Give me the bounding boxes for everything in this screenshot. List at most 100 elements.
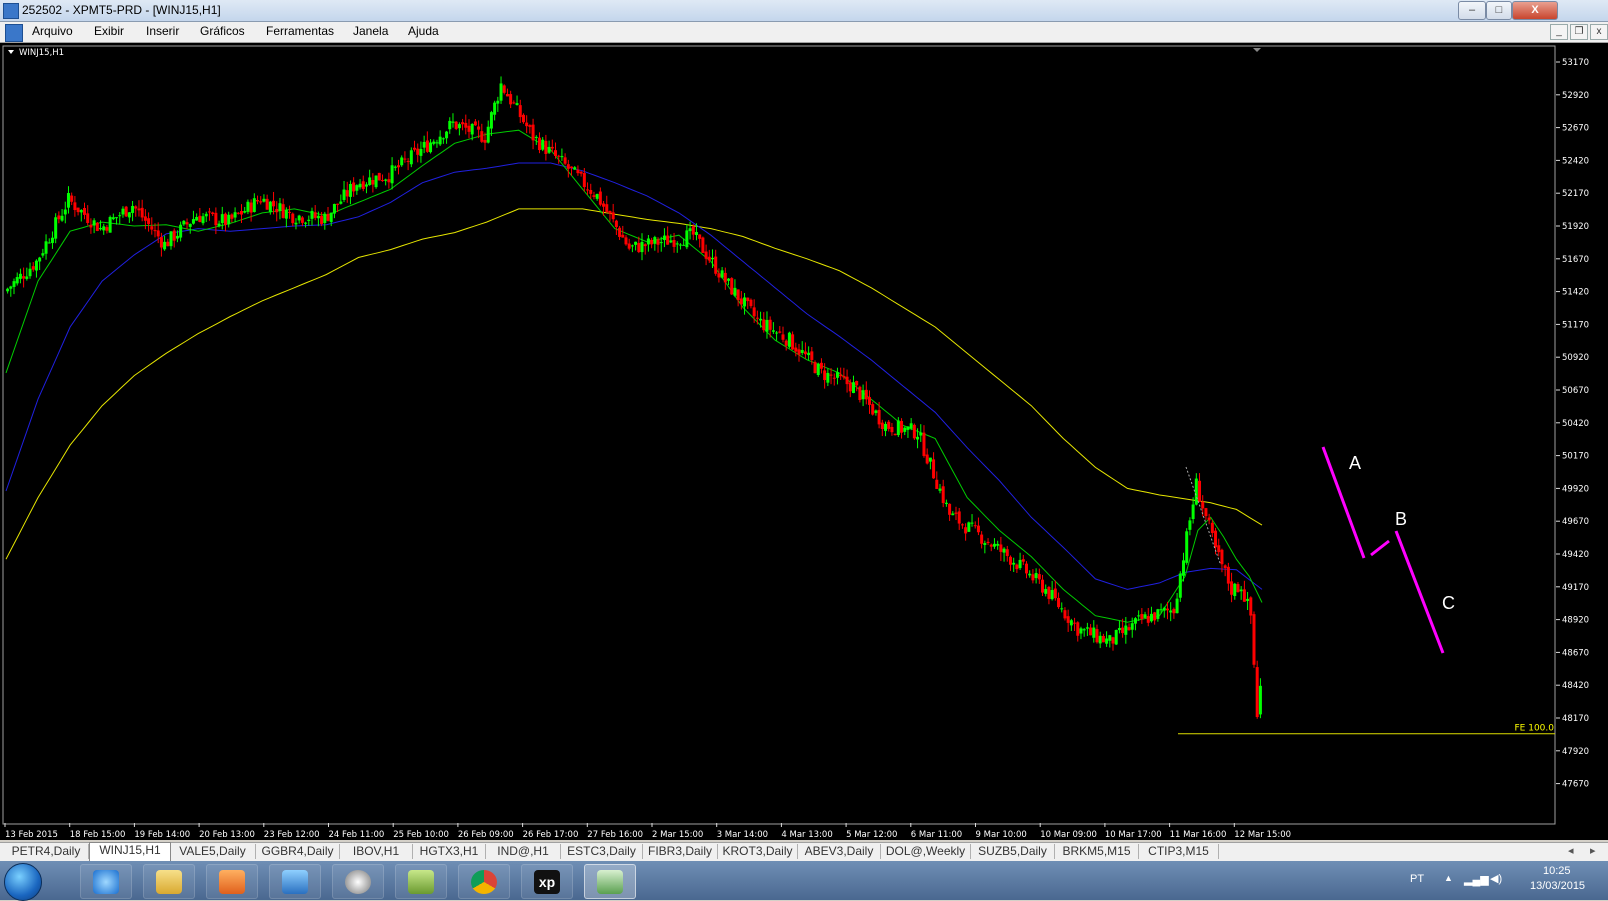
tab-estc3-daily[interactable]: ESTC3,Daily <box>561 844 643 859</box>
candle <box>521 113 525 124</box>
candle <box>948 503 952 521</box>
candle <box>313 205 317 221</box>
tab-winj15-h1[interactable]: WINJ15,H1 <box>89 842 171 861</box>
x-tick-label: 3 Mar 14:00 <box>717 830 768 840</box>
candle <box>1085 622 1089 636</box>
chart-window-icon[interactable] <box>5 24 23 42</box>
candle <box>1066 609 1070 632</box>
archive-tool-icon[interactable] <box>395 864 447 899</box>
tab-ggbr4-daily[interactable]: GGBR4,Daily <box>256 844 340 859</box>
tab-fibr3-daily[interactable]: FIBR3,Daily <box>643 844 718 859</box>
file-explorer-icon[interactable] <box>143 864 195 899</box>
chart-app-icon[interactable] <box>584 864 636 899</box>
candle <box>1255 660 1259 719</box>
candle <box>547 140 551 154</box>
menu-ferramentas[interactable]: Ferramentas <box>266 24 334 38</box>
tab-ind-h1[interactable]: IND@,H1 <box>486 844 561 859</box>
x-tick-label: 24 Feb 11:00 <box>329 830 385 840</box>
candle <box>630 244 634 253</box>
wave-c-line[interactable] <box>1394 530 1445 654</box>
app-icon <box>3 3 19 19</box>
clock-time[interactable]: 10:25 <box>1543 865 1571 877</box>
tab-prev-button[interactable]: ◂ <box>1568 844 1574 857</box>
tray-expand-icon[interactable]: ▲ <box>1444 873 1453 883</box>
candle <box>944 499 948 507</box>
candle <box>1114 629 1118 646</box>
start-button[interactable] <box>4 863 42 901</box>
candle <box>348 180 352 205</box>
menu-exibir[interactable]: Exibir <box>94 24 124 38</box>
candle <box>919 424 923 442</box>
tab-abev3-daily[interactable]: ABEV3,Daily <box>798 844 881 859</box>
menu-janela[interactable]: Janela <box>353 24 388 38</box>
chart-menu-arrow-icon[interactable] <box>8 50 14 54</box>
candle <box>743 292 747 315</box>
candle <box>66 186 70 214</box>
candle <box>493 100 497 121</box>
tab-suzb5-daily[interactable]: SUZB5,Daily <box>971 844 1055 859</box>
mt5-terminal-icon[interactable] <box>269 864 321 899</box>
tab-next-button[interactable]: ▸ <box>1590 844 1596 857</box>
chart-shift-marker-icon[interactable] <box>1253 48 1261 52</box>
tab-dol-weekly[interactable]: DOL@,Weekly <box>881 844 971 859</box>
tab-petr4-daily[interactable]: PETR4,Daily <box>4 844 89 859</box>
candle <box>464 114 468 135</box>
ma-slow-line[interactable] <box>5 208 1263 560</box>
wave-b-line[interactable] <box>1370 539 1390 557</box>
candle <box>784 339 788 351</box>
ma-fast-line[interactable] <box>5 129 1263 623</box>
candle <box>1252 611 1256 668</box>
tab-brkm5-m15[interactable]: BRKM5,M15 <box>1055 844 1139 859</box>
menu-inserir[interactable]: Inserir <box>146 24 179 38</box>
mdi-minimize-button[interactable]: _ <box>1550 24 1568 40</box>
maximize-button[interactable]: □ <box>1486 1 1512 20</box>
candle <box>900 418 904 439</box>
candle <box>736 289 740 307</box>
minimize-button[interactable]: – <box>1458 1 1486 20</box>
x-tick-label: 23 Feb 12:00 <box>264 830 320 840</box>
candle <box>586 182 590 195</box>
tab-ctip3-m15[interactable]: CTIP3,M15 <box>1139 844 1219 859</box>
candle <box>134 205 138 217</box>
candle <box>18 268 22 284</box>
menu-graficos[interactable]: Gráficos <box>200 24 245 38</box>
menu-arquivo[interactable]: Arquivo <box>32 24 73 38</box>
chrome-icon[interactable] <box>458 864 510 899</box>
tab-vale5-daily[interactable]: VALE5,Daily <box>170 844 256 859</box>
y-tick-label: 50420 <box>1562 419 1589 429</box>
mdi-restore-button[interactable]: ❐ <box>1570 24 1588 40</box>
candle <box>1210 520 1214 538</box>
candle <box>909 418 913 431</box>
candle <box>653 235 657 251</box>
hp-tool-icon[interactable] <box>332 864 384 899</box>
price-chart[interactable]: WINJ15,H1 53170 52920 52670 52420 52170 51920… <box>0 43 1608 840</box>
candle <box>41 248 45 258</box>
candle <box>1204 507 1208 520</box>
tab-krot3-daily[interactable]: KROT3,Daily <box>718 844 798 859</box>
xp-investimentos-icon[interactable]: xp <box>521 864 573 899</box>
language-indicator[interactable]: PT <box>1410 873 1424 885</box>
candle <box>441 137 445 144</box>
candle <box>243 206 247 214</box>
tab-ibov-h1[interactable]: IBOV,H1 <box>340 844 413 859</box>
tab-hgtx3-h1[interactable]: HGTX3,H1 <box>413 844 486 859</box>
close-button[interactable]: X <box>1512 1 1558 20</box>
candle <box>111 213 115 221</box>
candle <box>864 381 868 405</box>
candle <box>935 471 939 489</box>
volume-icon[interactable]: ◀) <box>1490 872 1502 885</box>
clock-date[interactable]: 13/03/2015 <box>1530 880 1585 892</box>
ma-mid-line[interactable] <box>5 162 1263 590</box>
signal-icon[interactable]: ▂▄▆ <box>1464 873 1489 886</box>
candle <box>288 205 292 219</box>
internet-explorer-icon[interactable] <box>80 864 132 899</box>
candle <box>778 326 782 334</box>
candle <box>374 175 378 189</box>
menu-ajuda[interactable]: Ajuda <box>408 24 439 38</box>
mdi-close-button[interactable]: x <box>1590 24 1608 40</box>
candle <box>390 157 394 190</box>
candle <box>634 241 638 251</box>
media-player-icon[interactable] <box>206 864 258 899</box>
candle <box>438 130 442 147</box>
chart-area[interactable]: WINJ15,H1 53170 52920 52670 52420 52170 51920… <box>0 43 1608 840</box>
